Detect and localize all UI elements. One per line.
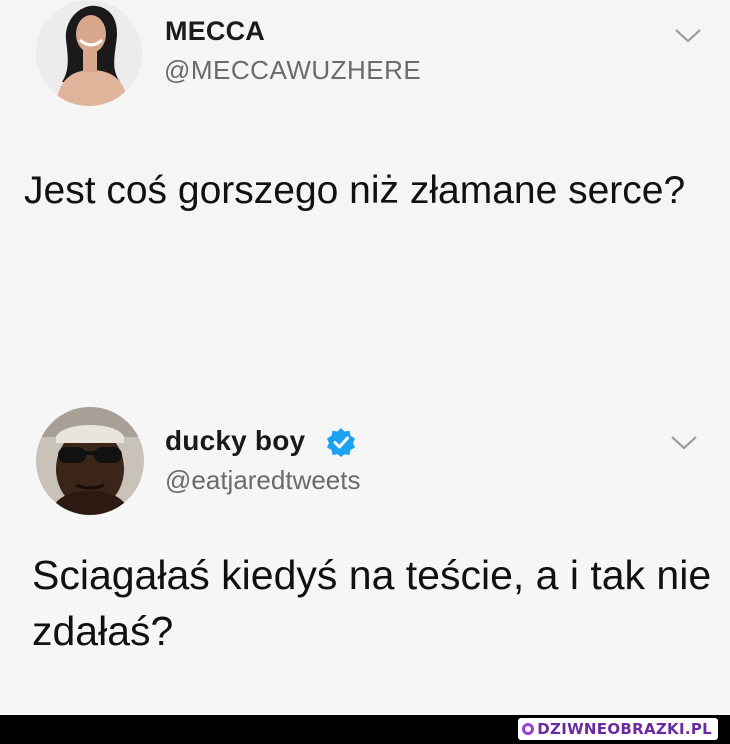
user-handle[interactable]: @eatjaredtweets xyxy=(165,465,361,496)
verified-badge-icon xyxy=(327,428,355,457)
chevron-down-icon[interactable] xyxy=(670,435,698,451)
avatar-ducky-boy[interactable] xyxy=(36,407,144,515)
site-watermark[interactable]: DZIWNEOBRAZKI.PL xyxy=(518,718,718,740)
display-name[interactable]: MECCA xyxy=(165,16,265,47)
site-logo-icon xyxy=(522,723,535,735)
display-name[interactable]: ducky boy xyxy=(165,425,305,457)
avatar-mecca[interactable] xyxy=(36,0,142,106)
tweet-card-2[interactable]: ducky boy @eatjaredtweets Sciagałaś kied… xyxy=(0,385,730,715)
watermark-footer: DZIWNEOBRAZKI.PL xyxy=(0,715,730,744)
tweet-text: Sciagałaś kiedyś na teście, a i tak nie … xyxy=(32,552,712,654)
tweet-text: Jest coś gorszego niż złamane serce? xyxy=(24,169,686,212)
site-name: DZIWNEOBRAZKI.PL xyxy=(537,720,712,738)
tweet-card-1[interactable]: MECCA @MECCAWUZHERE Jest coś gorszego ni… xyxy=(0,0,730,385)
chevron-down-icon[interactable] xyxy=(674,28,702,44)
user-handle[interactable]: @MECCAWUZHERE xyxy=(164,55,421,86)
